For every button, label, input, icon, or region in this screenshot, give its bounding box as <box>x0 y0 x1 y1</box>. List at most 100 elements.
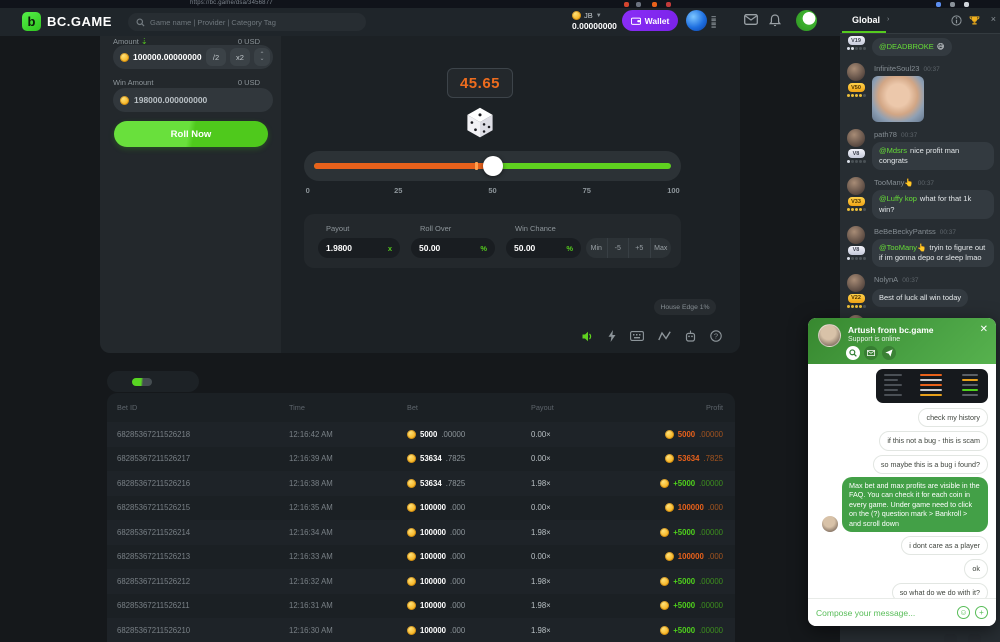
bet-row[interactable]: 68285367211526218 12:16:42 AM 5000.00000… <box>107 422 735 447</box>
search-input[interactable] <box>150 18 358 27</box>
payout-value: 1.9800 <box>326 243 352 253</box>
support-search-button[interactable] <box>846 346 860 360</box>
chat-mention[interactable]: @DEADBROKE <box>879 42 934 51</box>
chat-message: V50 InfiniteSoul2300:37 <box>845 63 995 122</box>
support-send-button[interactable] <box>882 346 896 360</box>
payout-input[interactable]: 1.9800 x <box>318 238 400 258</box>
bet-row[interactable]: 68285367211526212 12:16:32 AM 100000.000… <box>107 569 735 594</box>
bet-id[interactable]: 68285367211526213 <box>117 552 289 561</box>
stepper-down-icon[interactable]: ⌄ <box>259 57 264 61</box>
bet-id[interactable]: 68285367211526217 <box>117 454 289 463</box>
bets-tab[interactable] <box>176 378 196 386</box>
chat-user-avatar[interactable] <box>847 226 865 244</box>
bet-row[interactable]: 68285367211526213 12:16:33 AM 100000.000… <box>107 545 735 570</box>
win-chance-value: 50.00 <box>514 243 535 253</box>
roll-now-button[interactable]: Roll Now <box>114 121 268 147</box>
chat-room-selector[interactable]: Global <box>852 15 880 25</box>
support-close-icon[interactable]: ✕ <box>980 324 988 335</box>
chat-username[interactable]: BeBeBeckyPantss <box>874 227 936 236</box>
chat-username[interactable]: InfiniteSoul23 <box>874 64 919 73</box>
half-bet-button[interactable]: /2 <box>206 48 226 66</box>
bet-row[interactable]: 68285367211526211 12:16:31 AM 100000.000… <box>107 594 735 619</box>
bet-amount: 53634.7825 <box>407 454 531 463</box>
support-email-button[interactable] <box>864 346 878 360</box>
extension-icon[interactable] <box>624 2 629 7</box>
win-chance-input[interactable]: 50.00 % <box>506 238 581 258</box>
extension-icon[interactable] <box>964 2 969 7</box>
chat-username[interactable]: NolynA <box>874 275 898 284</box>
bet-id[interactable]: 68285367211526215 <box>117 503 289 512</box>
chat-user-avatar[interactable] <box>847 63 865 81</box>
bet-row[interactable]: 68285367211526216 12:16:38 AM 53634.7825… <box>107 471 735 496</box>
compose-message-input[interactable] <box>816 608 952 618</box>
bet-row[interactable]: 68285367211526217 12:16:39 AM 53634.7825… <box>107 447 735 472</box>
bet-amount-input[interactable]: 100000.00000000 <box>133 52 202 62</box>
bet-slip-avatar[interactable] <box>686 10 707 31</box>
bet-row[interactable]: 68285367211526210 12:16:30 AM 100000.000… <box>107 618 735 642</box>
balance-selector[interactable]: JB ▼ 0.00000000 <box>572 11 617 31</box>
chat-user-avatar[interactable] <box>847 177 865 195</box>
slider-track[interactable] <box>314 163 671 169</box>
slider-handle[interactable] <box>483 156 503 176</box>
chat-mention[interactable]: @Mdsrs <box>879 146 907 155</box>
help-icon[interactable]: ? <box>710 330 722 342</box>
roll-over-slider[interactable] <box>304 151 681 181</box>
bet-id[interactable]: 68285367211526216 <box>117 479 289 488</box>
chat-mention[interactable]: @TooMany👆 <box>879 243 926 252</box>
hotkeys-keyboard-icon[interactable] <box>630 331 644 341</box>
bet-id[interactable]: 68285367211526212 <box>117 577 289 586</box>
support-screenshot-attachment[interactable] <box>876 369 988 403</box>
bet-amount: 100000.000 <box>407 601 531 610</box>
bc-game-logo[interactable]: b BC.GAME <box>22 12 112 31</box>
max-button[interactable]: Max <box>650 238 672 258</box>
auto-bet-robot-icon[interactable] <box>685 330 696 342</box>
bet-row[interactable]: 68285367211526215 12:16:35 AM 100000.000… <box>107 496 735 521</box>
launcher-icon[interactable] <box>944 634 957 642</box>
min-button[interactable]: Min <box>586 238 607 258</box>
chat-username[interactable]: path78 <box>874 130 897 139</box>
launcher-icon[interactable] <box>968 634 981 642</box>
turbo-lightning-icon[interactable] <box>608 330 616 342</box>
chat-user-avatar[interactable] <box>847 129 865 147</box>
trophy-icon[interactable] <box>969 15 980 26</box>
wallet-button[interactable]: Wallet <box>622 10 678 31</box>
messages-icon[interactable] <box>744 14 758 25</box>
bets-tab[interactable] <box>132 378 152 386</box>
bet-row[interactable]: 68285367211526214 12:16:34 AM 100000.000… <box>107 520 735 545</box>
plus-5-button[interactable]: +5 <box>628 238 650 258</box>
amount-stepper[interactable]: ⌃⌄ <box>254 48 270 66</box>
bets-tab[interactable] <box>154 378 174 386</box>
double-bet-button[interactable]: x2 <box>230 48 250 66</box>
bet-id[interactable]: 68285367211526218 <box>117 430 289 439</box>
chat-user-avatar[interactable] <box>847 274 865 292</box>
bet-id[interactable]: 68285367211526211 <box>117 601 289 610</box>
minus-5-button[interactable]: -5 <box>607 238 629 258</box>
bets-tab[interactable] <box>110 378 130 386</box>
live-stats-icon[interactable] <box>658 331 671 341</box>
game-search[interactable] <box>128 13 366 31</box>
chat-mention[interactable]: @Luffy kop <box>879 194 917 203</box>
chat-username[interactable]: TooMany👆 <box>874 178 914 187</box>
chat-image-attachment[interactable] <box>872 76 924 122</box>
jb-coin-icon <box>660 528 669 537</box>
chat-bubble: @Mdsrsnice profit man congrats <box>872 142 994 170</box>
notifications-bell-icon[interactable] <box>769 14 781 27</box>
jb-coin-icon <box>407 503 416 512</box>
bet-id[interactable]: 68285367211526214 <box>117 528 289 537</box>
roll-over-input[interactable]: 50.00 % <box>411 238 495 258</box>
list-menu-icon[interactable]: ≡≡≡ <box>711 16 721 28</box>
extension-icon[interactable] <box>936 2 941 7</box>
attach-plus-icon[interactable]: + <box>975 606 988 619</box>
extension-icon[interactable] <box>636 2 641 7</box>
bet-id[interactable]: 68285367211526210 <box>117 626 289 635</box>
profile-avatar[interactable] <box>796 10 817 31</box>
sound-icon[interactable] <box>582 331 594 342</box>
emoji-smiley-icon[interactable]: ☺ <box>957 606 970 619</box>
extension-icon[interactable] <box>666 2 671 7</box>
chat-rules-info-icon[interactable] <box>951 15 962 26</box>
dice-game-area: 45.65 0 <box>281 36 740 353</box>
bet-profit: 100000.000 <box>647 503 723 512</box>
chat-close-icon[interactable]: × <box>991 14 996 24</box>
extension-icon[interactable] <box>652 2 657 7</box>
extension-icon[interactable] <box>950 2 955 7</box>
